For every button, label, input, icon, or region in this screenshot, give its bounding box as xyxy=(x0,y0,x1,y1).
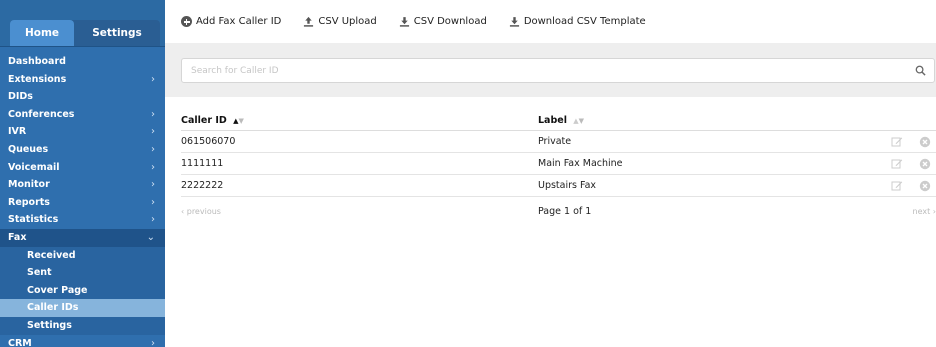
chevron-right-icon: › xyxy=(151,179,155,191)
remove-icon[interactable] xyxy=(919,180,931,192)
add-fax-caller-id-label: Add Fax Caller ID xyxy=(196,16,282,27)
sidebar-item-extensions[interactable]: Extensions › xyxy=(0,71,165,89)
search-bar-area xyxy=(165,43,936,97)
previous-page-link[interactable]: ‹ previous xyxy=(181,207,221,216)
download-csv-template-label: Download CSV Template xyxy=(523,16,646,27)
sidebar-item-label: Reports xyxy=(8,196,50,208)
pagination: ‹ previous Page 1 of 1 next › xyxy=(181,205,936,221)
table-row: 061506070 Private xyxy=(181,131,936,153)
download-icon xyxy=(399,17,409,27)
sidebar-item-label: Statistics xyxy=(8,214,59,226)
column-header-caller-id[interactable]: Caller ID ▲▼ xyxy=(181,115,244,126)
sidebar-subitem-cover-page[interactable]: Cover Page xyxy=(0,281,165,300)
sidebar-item-label: DIDs xyxy=(8,91,33,103)
sort-icon[interactable]: ▲▼ xyxy=(233,117,244,125)
chevron-right-icon: › xyxy=(151,143,155,155)
sidebar-item-dashboard[interactable]: Dashboard xyxy=(0,53,165,71)
chevron-right-icon: › xyxy=(151,161,155,173)
column-header-label: Label xyxy=(538,115,567,126)
upload-icon xyxy=(304,16,314,27)
csv-upload-label: CSV Upload xyxy=(318,16,377,27)
toolbar: Add Fax Caller ID CSV Upload CSV Downloa… xyxy=(165,0,936,43)
remove-icon[interactable] xyxy=(919,158,931,170)
caller-id-cell: 061506070 xyxy=(181,136,236,147)
csv-upload-button[interactable]: CSV Upload xyxy=(303,16,377,27)
table-row: 1111111 Main Fax Machine xyxy=(181,153,936,175)
remove-icon[interactable] xyxy=(919,136,931,148)
chevron-right-icon: › xyxy=(151,196,155,208)
search-icon[interactable] xyxy=(915,65,926,76)
sidebar-item-reports[interactable]: Reports › xyxy=(0,194,165,212)
plus-circle-icon xyxy=(181,16,192,27)
sidebar-subitem-caller-ids[interactable]: Caller IDs xyxy=(0,299,165,317)
chevron-right-icon: › xyxy=(151,337,155,347)
sidebar-menu: Dashboard Extensions › DIDs Conferences › … xyxy=(0,46,165,347)
label-cell: Private xyxy=(538,136,572,147)
search-input[interactable] xyxy=(182,59,912,82)
caller-id-cell: 1111111 xyxy=(181,158,224,169)
sidebar-item-label: Queues xyxy=(8,143,49,155)
download-csv-template-button[interactable]: Download CSV Template xyxy=(509,16,646,27)
tab-home[interactable]: Home xyxy=(10,20,74,46)
sidebar-item-statistics[interactable]: Statistics › xyxy=(0,211,165,229)
sidebar-item-label: CRM xyxy=(8,337,32,347)
sidebar-item-dids[interactable]: DIDs xyxy=(0,88,165,106)
chevron-right-icon: › xyxy=(151,108,155,120)
sidebar-item-label: Voicemail xyxy=(8,161,60,173)
sidebar-item-conferences[interactable]: Conferences › xyxy=(0,106,165,124)
sidebar-subitem-received[interactable]: Received xyxy=(0,246,165,265)
sidebar: Home Settings Dashboard Extensions › DIDs… xyxy=(0,0,165,347)
sidebar-header: Home Settings xyxy=(0,0,165,46)
csv-download-button[interactable]: CSV Download xyxy=(399,16,487,27)
sidebar-item-label: IVR xyxy=(8,126,27,138)
column-header-label: Caller ID xyxy=(181,115,227,126)
chevron-right-icon: › xyxy=(151,126,155,138)
sidebar-item-label: Monitor xyxy=(8,179,50,191)
csv-download-label: CSV Download xyxy=(413,16,487,27)
sidebar-item-fax[interactable]: Fax ⌄ xyxy=(0,228,165,247)
chevron-right-icon: › xyxy=(151,214,155,226)
sidebar-item-label: Fax xyxy=(8,231,27,243)
sidebar-tabs: Home Settings xyxy=(10,20,160,46)
sidebar-item-label: Extensions xyxy=(8,73,67,85)
edit-icon[interactable] xyxy=(891,136,903,148)
sidebar-subitem-settings[interactable]: Settings xyxy=(0,316,165,335)
sidebar-item-voicemail[interactable]: Voicemail › xyxy=(0,159,165,177)
sidebar-item-label: Conferences xyxy=(8,108,75,120)
sidebar-item-label: Dashboard xyxy=(8,56,66,67)
next-page-link[interactable]: next › xyxy=(913,207,936,216)
tab-settings[interactable]: Settings xyxy=(74,20,160,46)
search-box xyxy=(181,58,935,83)
caller-id-cell: 2222222 xyxy=(181,180,224,191)
sidebar-item-queues[interactable]: Queues › xyxy=(0,141,165,159)
column-header-label[interactable]: Label ▲▼ xyxy=(538,115,584,126)
sidebar-subitem-sent[interactable]: Sent xyxy=(0,264,165,282)
sidebar-item-crm[interactable]: CRM › xyxy=(0,335,165,347)
chevron-down-icon: ⌄ xyxy=(146,231,155,243)
download-icon xyxy=(509,17,519,27)
table-row: 2222222 Upstairs Fax xyxy=(181,175,936,197)
edit-icon[interactable] xyxy=(891,158,903,170)
sidebar-item-monitor[interactable]: Monitor › xyxy=(0,176,165,194)
sidebar-item-ivr[interactable]: IVR › xyxy=(0,123,165,141)
chevron-right-icon: › xyxy=(151,73,155,85)
label-cell: Main Fax Machine xyxy=(538,158,623,169)
table-header: Caller ID ▲▼ Label ▲▼ xyxy=(181,111,936,131)
page-indicator: Page 1 of 1 xyxy=(538,206,592,217)
add-fax-caller-id-button[interactable]: Add Fax Caller ID xyxy=(181,16,281,27)
edit-icon[interactable] xyxy=(891,180,903,192)
sort-icon[interactable]: ▲▼ xyxy=(573,117,584,125)
app-window: Home Settings Dashboard Extensions › DIDs… xyxy=(0,0,936,347)
label-cell: Upstairs Fax xyxy=(538,180,597,191)
